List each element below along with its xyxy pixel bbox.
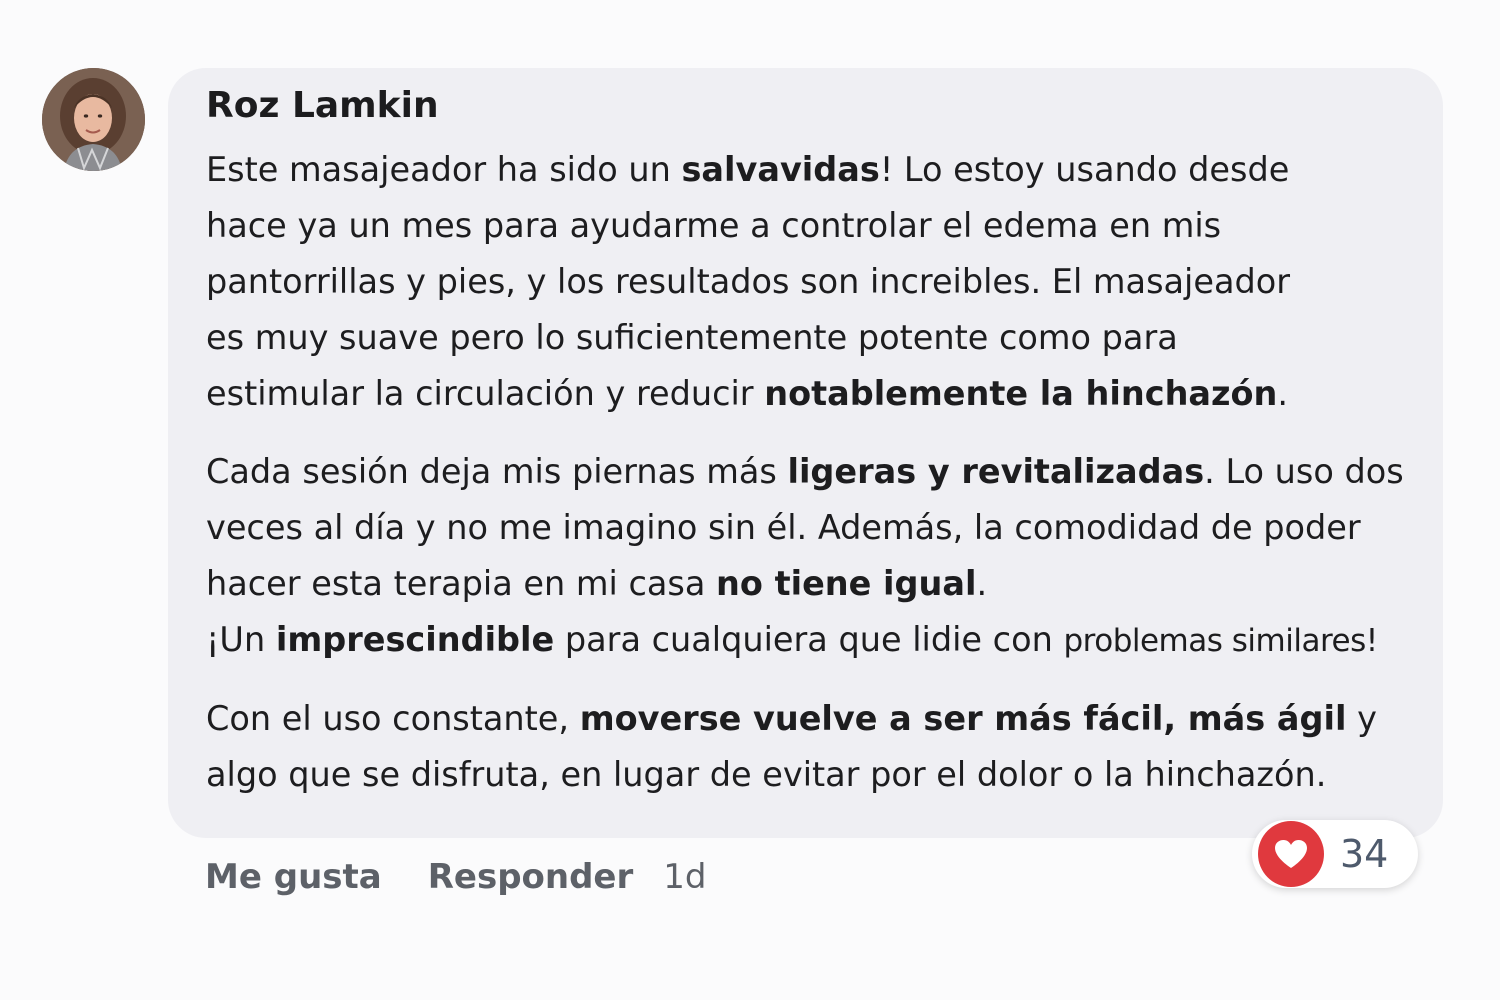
emphasized-text: imprescindible (275, 620, 555, 659)
heart-icon (1275, 840, 1307, 868)
emphasized-text: moverse vuelve a ser más fácil, más ágil (579, 699, 1347, 738)
emphasized-text: salvavidas (681, 150, 880, 189)
comment-text: problemas similares! (1063, 623, 1378, 659)
comment-text: hacer esta terapia en mi casa (206, 564, 717, 603)
comment-text: estimular la circulación y reducir (206, 374, 765, 413)
emphasized-text: ligeras y revitalizadas (787, 452, 1205, 491)
comment-text: pantorrillas y pies, y los resultados so… (206, 262, 1291, 301)
comment-text: Con el uso constante, (206, 699, 580, 738)
comment-text: . (1277, 374, 1289, 413)
user-avatar-photo-icon (42, 68, 145, 171)
comment-text: veces al día y no me imagino sin él. Ade… (206, 508, 1361, 547)
comment-text: y (1346, 699, 1377, 738)
comment-text: ¡Un (206, 620, 276, 659)
comment-author[interactable]: Roz Lamkin (206, 84, 1413, 128)
comment-text: . Lo uso dos (1204, 452, 1404, 491)
comment-bubble: Roz Lamkin Este masajeador ha sido un sa… (168, 68, 1443, 838)
comment: Roz Lamkin Este masajeador ha sido un sa… (0, 0, 1500, 1000)
comment-text: Este masajeador ha sido un (206, 150, 682, 189)
comment-text: es muy suave pero lo suficientemente pot… (206, 318, 1178, 357)
comment-text: algo que se disfruta, en lugar de evitar… (206, 755, 1327, 794)
comment-actions: Me gusta Responder 1d (205, 852, 706, 902)
comment-text: . (976, 564, 988, 603)
reaction-summary[interactable]: 34 (1252, 820, 1418, 888)
emphasized-text: no tiene igual (716, 564, 977, 603)
comment-timestamp[interactable]: 1d (663, 857, 706, 897)
reaction-count: 34 (1340, 832, 1389, 876)
comment-paragraph: Cada sesión deja mis piernas más ligeras… (206, 444, 1413, 669)
avatar[interactable] (42, 68, 145, 171)
comment-body: Este masajeador ha sido un salvavidas! L… (206, 142, 1413, 803)
comment-text: hace ya un mes para ayudarme a controlar… (206, 206, 1222, 245)
comment-paragraph: Con el uso constante, moverse vuelve a s… (206, 691, 1413, 803)
comment-paragraph: Este masajeador ha sido un salvavidas! L… (206, 142, 1413, 422)
comment-text: Cada sesión deja mis piernas más (206, 452, 788, 491)
comment-text: para cualquiera que lidie con (554, 620, 1064, 659)
emphasized-text: notablemente la hinchazón (764, 374, 1278, 413)
like-button[interactable]: Me gusta (205, 857, 382, 897)
heart-reaction-badge (1258, 821, 1324, 887)
reply-button[interactable]: Responder (428, 857, 634, 897)
comment-text: ! Lo estoy usando desde (879, 150, 1290, 189)
